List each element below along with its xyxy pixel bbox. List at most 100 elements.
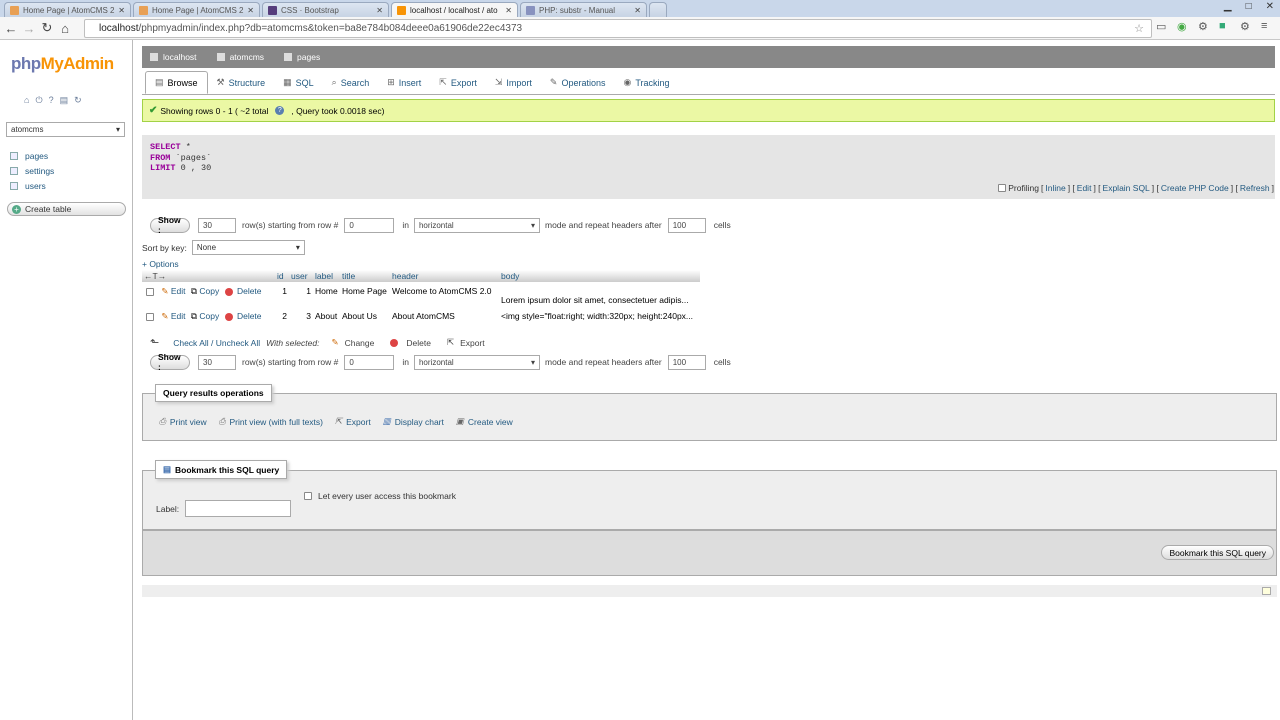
home-icon[interactable]: ⌂ — [24, 95, 29, 106]
reload-icon[interactable]: ↻ — [38, 20, 56, 36]
bookmark-label-input[interactable] — [185, 500, 292, 517]
tab-export[interactable]: ⇱ Export — [430, 71, 486, 94]
extension-icon[interactable]: ◉ — [1177, 20, 1187, 33]
browser-tab[interactable]: Home Page | AtomCMS 2. ✕ — [133, 2, 260, 17]
help-icon[interactable]: ? — [275, 106, 285, 115]
mode-select[interactable]: horizontal ▾ — [413, 217, 540, 233]
cell-user[interactable]: 1 — [289, 282, 313, 307]
tab-structure[interactable]: ⚒ Structure — [208, 71, 275, 94]
print-view-link[interactable]: ⎙ Print view — [159, 416, 207, 427]
explain-sql-link[interactable]: Explain SQL — [1103, 183, 1150, 193]
export-link[interactable]: ⇱ Export — [335, 416, 371, 427]
cast-icon[interactable]: ▭ — [1156, 20, 1166, 33]
extension-icon[interactable]: ■ — [1219, 20, 1226, 32]
delete-button[interactable]: Delete — [406, 338, 431, 348]
settings-icon[interactable]: ⚙ — [1240, 20, 1250, 33]
cell-title[interactable]: Home Page — [340, 282, 390, 307]
breadcrumb-db[interactable]: atomcms — [216, 52, 264, 62]
cell-body[interactable]: <img style="float:right; width:320px; he… — [499, 307, 700, 332]
close-tab-icon[interactable]: ✕ — [634, 6, 641, 15]
sidebar-item-settings[interactable]: settings — [10, 163, 54, 178]
cell-label[interactable]: Home — [313, 282, 340, 307]
cell-body[interactable]: Lorem ipsum dolor sit amet, consectetuer… — [499, 282, 700, 307]
browser-tab-active[interactable]: localhost / localhost / ato ✕ — [391, 2, 518, 17]
refresh-link[interactable]: Refresh — [1240, 183, 1270, 193]
reload-icon[interactable]: ↻ — [74, 95, 82, 106]
home-icon[interactable]: ⌂ — [56, 21, 74, 36]
menu-icon[interactable]: ≡ — [1261, 20, 1267, 32]
column-header-id[interactable]: id — [275, 270, 289, 282]
tab-import[interactable]: ⇲ Import — [486, 71, 541, 94]
phpmyadmin-logo[interactable]: phpMyAdmin — [11, 54, 114, 74]
edit-link[interactable]: Edit — [171, 286, 186, 296]
browser-tab[interactable]: Home Page | AtomCMS 2. ✕ — [4, 2, 131, 17]
breadcrumb-table[interactable]: pages — [284, 52, 320, 62]
create-view-link[interactable]: ▣ Create view — [456, 416, 513, 427]
close-tab-icon[interactable]: ✕ — [118, 6, 125, 15]
help-icon[interactable]: ? — [49, 95, 54, 106]
repeat-headers-input[interactable]: 100 — [667, 354, 706, 370]
gear-icon[interactable]: ⚙ — [1198, 20, 1208, 33]
database-select[interactable]: atomcms ▾ — [6, 122, 125, 137]
browser-tab[interactable]: CSS · Bootstrap ✕ — [262, 2, 389, 17]
cell-id[interactable]: 2 — [275, 307, 289, 332]
inline-link[interactable]: Inline — [1045, 183, 1065, 193]
cell-title[interactable]: About Us — [340, 307, 390, 332]
maximize-icon[interactable]: □ — [1246, 1, 1252, 12]
start-row-input[interactable]: 0 — [344, 354, 395, 370]
tab-sql[interactable]: ▦ SQL — [274, 71, 323, 94]
display-chart-link[interactable]: ▥ Display chart — [383, 416, 444, 427]
minimize-icon[interactable]: ▁ — [1224, 1, 1232, 12]
tab-search[interactable]: ⌕ Search — [323, 71, 379, 94]
create-php-code-link[interactable]: Create PHP Code — [1161, 183, 1229, 193]
close-tab-icon[interactable]: ✕ — [376, 6, 383, 15]
show-button[interactable]: Show : — [150, 215, 190, 235]
edit-link[interactable]: Edit — [171, 311, 186, 321]
docs-icon[interactable]: ▤ — [60, 95, 69, 106]
rows-input[interactable]: 30 — [198, 217, 236, 233]
rows-input[interactable]: 30 — [198, 354, 236, 370]
show-button[interactable]: Show : — [150, 352, 190, 372]
cell-id[interactable]: 1 — [275, 282, 289, 307]
column-header-header[interactable]: header — [390, 270, 499, 282]
create-table-button[interactable]: + Create table — [7, 202, 126, 216]
tab-operations[interactable]: ✎ Operations — [541, 71, 615, 94]
row-checkbox[interactable] — [146, 287, 154, 296]
repeat-headers-input[interactable]: 100 — [667, 217, 706, 233]
cell-header[interactable]: About AtomCMS — [390, 307, 499, 332]
cell-user[interactable]: 3 — [289, 307, 313, 332]
column-header-title[interactable]: title — [340, 270, 390, 282]
cell-header[interactable]: Welcome to AtomCMS 2.0 — [390, 282, 499, 307]
edit-link[interactable]: Edit — [1077, 183, 1092, 193]
share-bookmark-checkbox[interactable] — [304, 492, 312, 500]
bookmark-star-icon[interactable]: ☆ — [1134, 22, 1144, 35]
console-icon[interactable] — [1262, 587, 1271, 595]
start-row-input[interactable]: 0 — [344, 217, 395, 233]
bookmark-submit-button[interactable]: Bookmark this SQL query — [1161, 545, 1274, 560]
print-view-full-link[interactable]: ⎙ Print view (with full texts) — [219, 416, 323, 427]
row-checkbox[interactable] — [146, 312, 154, 321]
back-icon[interactable]: ← — [2, 21, 20, 36]
copy-link[interactable]: Copy — [199, 311, 219, 321]
tab-browse[interactable]: ▤ Browse — [145, 71, 208, 94]
logout-icon[interactable]: ⏻ — [35, 95, 42, 106]
url-field[interactable]: localhost/phpmyadmin/index.php?db=atomcm… — [84, 19, 1152, 38]
change-button[interactable]: Change — [345, 338, 375, 348]
options-toggle[interactable]: + Options — [142, 259, 179, 269]
mode-select[interactable]: horizontal ▾ — [413, 354, 540, 370]
copy-link[interactable]: Copy — [199, 286, 219, 296]
forward-icon[interactable]: → — [20, 21, 38, 36]
sort-key-select[interactable]: None ▾ — [191, 240, 305, 255]
profiling-checkbox[interactable] — [998, 184, 1007, 192]
tab-insert[interactable]: ⊞ Insert — [378, 71, 430, 94]
delete-link[interactable]: Delete — [237, 286, 262, 296]
sidebar-item-pages[interactable]: pages — [10, 148, 54, 163]
breadcrumb-server[interactable]: localhost — [150, 52, 197, 62]
close-window-icon[interactable]: ✕ — [1266, 1, 1274, 12]
tab-tracking[interactable]: ◉ Tracking — [615, 71, 679, 94]
browser-tab[interactable]: PHP: substr - Manual ✕ — [520, 2, 647, 17]
delete-link[interactable]: Delete — [237, 311, 262, 321]
new-tab-button[interactable] — [649, 2, 667, 17]
close-tab-icon[interactable]: ✕ — [505, 6, 512, 15]
close-tab-icon[interactable]: ✕ — [247, 6, 254, 15]
